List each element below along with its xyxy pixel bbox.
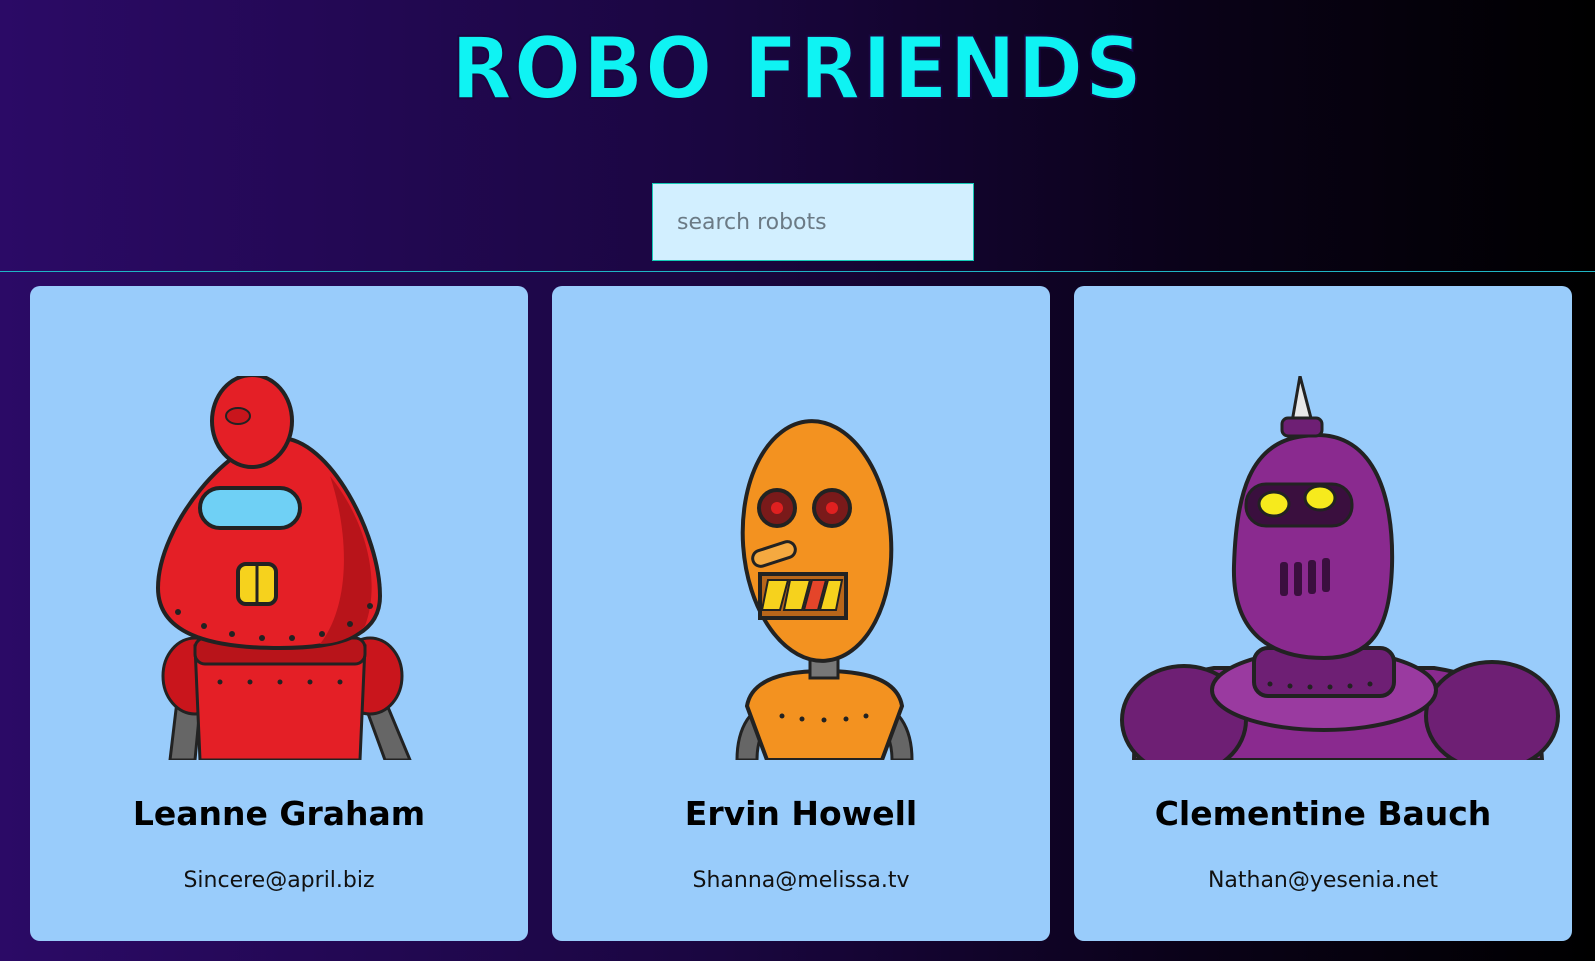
robot-email: Nathan@yesenia.net bbox=[1207, 868, 1439, 893]
robot-card[interactable]: Leanne Graham Sincere@april.biz bbox=[30, 286, 528, 941]
robot-card-list: Leanne Graham Sincere@april.biz Ervin Ho… bbox=[30, 286, 1573, 941]
robot-avatar-image bbox=[1120, 376, 1560, 760]
app-header: ROBO FRIENDS bbox=[0, 0, 1595, 272]
robot-card[interactable]: Ervin Howell Shanna@melissa.tv bbox=[552, 286, 1050, 941]
robot-avatar-image bbox=[735, 419, 914, 760]
robot-card[interactable]: Clementine Bauch Nathan@yesenia.net bbox=[1074, 286, 1572, 941]
robot-name: Ervin Howell bbox=[684, 794, 918, 833]
robot-avatar-image bbox=[155, 376, 412, 760]
robot-name: Leanne Graham bbox=[132, 794, 426, 833]
robot-email: Sincere@april.biz bbox=[183, 868, 375, 893]
search-input[interactable] bbox=[652, 183, 974, 261]
robot-email: Shanna@melissa.tv bbox=[692, 868, 910, 893]
robot-name: Clementine Bauch bbox=[1154, 794, 1492, 833]
app-title: ROBO FRIENDS bbox=[450, 19, 1144, 119]
